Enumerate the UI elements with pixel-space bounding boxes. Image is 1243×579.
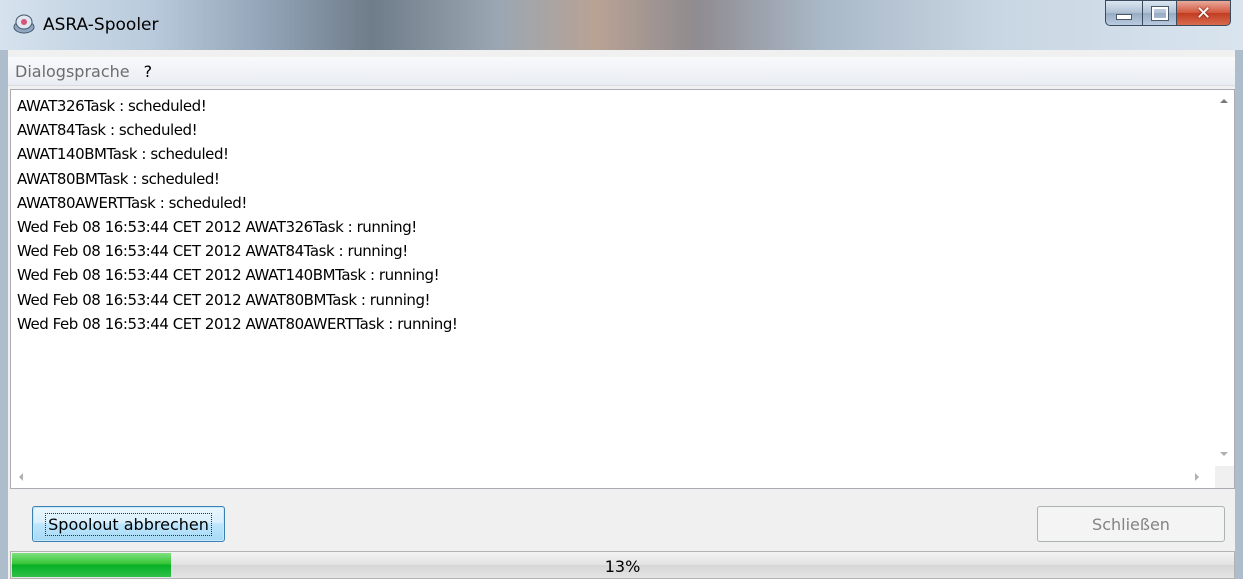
abort-spoolout-button[interactable]: Spoolout abbrechen — [32, 506, 225, 542]
log-line: Wed Feb 08 16:53:44 CET 2012 AWAT80AWERT… — [17, 314, 458, 333]
minimize-icon — [1116, 14, 1132, 20]
vertical-scrollbar[interactable] — [1215, 90, 1234, 466]
log-line: Wed Feb 08 16:53:44 CET 2012 AWAT140BMTa… — [17, 266, 440, 285]
close-button[interactable]: Schließen — [1037, 506, 1225, 542]
abort-spoolout-label: Spoolout abbrechen — [45, 512, 212, 536]
close-window-button[interactable]: ✕ — [1177, 0, 1231, 26]
log-line: AWAT84Task : scheduled! — [17, 121, 198, 140]
window-controls: ✕ — [1105, 0, 1231, 30]
progress-bar: 13% — [10, 551, 1235, 579]
title-bar[interactable]: ASRA-Spooler ✕ — [0, 0, 1243, 50]
maximize-button[interactable] — [1143, 0, 1177, 26]
log-line: Wed Feb 08 16:53:44 CET 2012 AWAT84Task … — [17, 242, 408, 261]
horizontal-scrollbar[interactable] — [11, 466, 1215, 488]
menu-dialogsprache[interactable]: Dialogsprache — [11, 62, 134, 81]
menu-help[interactable]: ? — [140, 62, 157, 81]
log-line: Wed Feb 08 16:53:44 CET 2012 AWAT326Task… — [17, 218, 417, 237]
progress-percent-text: 13% — [604, 557, 641, 576]
maximize-icon — [1151, 6, 1168, 20]
log-line: Wed Feb 08 16:53:44 CET 2012 AWAT80BMTas… — [17, 290, 431, 309]
log-line: AWAT140BMTask : scheduled! — [17, 145, 229, 164]
log-line: AWAT80BMTask : scheduled! — [17, 169, 220, 188]
window-title: ASRA-Spooler — [43, 15, 159, 35]
close-button-label: Schließen — [1092, 514, 1170, 534]
scroll-right-arrow-icon[interactable] — [1195, 473, 1199, 481]
client-area: Dialogsprache ? AWAT326Task : scheduled!… — [8, 50, 1235, 579]
minimize-button[interactable] — [1105, 0, 1143, 26]
scroll-down-arrow-icon[interactable] — [1220, 452, 1228, 456]
spooler-app-icon — [13, 14, 35, 34]
scroll-left-arrow-icon[interactable] — [19, 473, 23, 481]
log-lines: AWAT326Task : scheduled! AWAT84Task : sch… — [17, 94, 1202, 464]
asra-spooler-window: ASRA-Spooler ✕ Dialogsprache ? AWAT326Ta… — [0, 0, 1243, 579]
log-line: AWAT326Task : scheduled! — [17, 97, 207, 115]
scroll-up-arrow-icon[interactable] — [1220, 99, 1228, 103]
close-icon: ✕ — [1195, 2, 1212, 24]
log-text-area[interactable]: AWAT326Task : scheduled! AWAT84Task : sch… — [10, 89, 1235, 489]
log-line: AWAT80AWERTTask : scheduled! — [17, 193, 247, 212]
menu-bar: Dialogsprache ? — [8, 57, 1235, 86]
scrollbar-corner — [1215, 466, 1234, 488]
